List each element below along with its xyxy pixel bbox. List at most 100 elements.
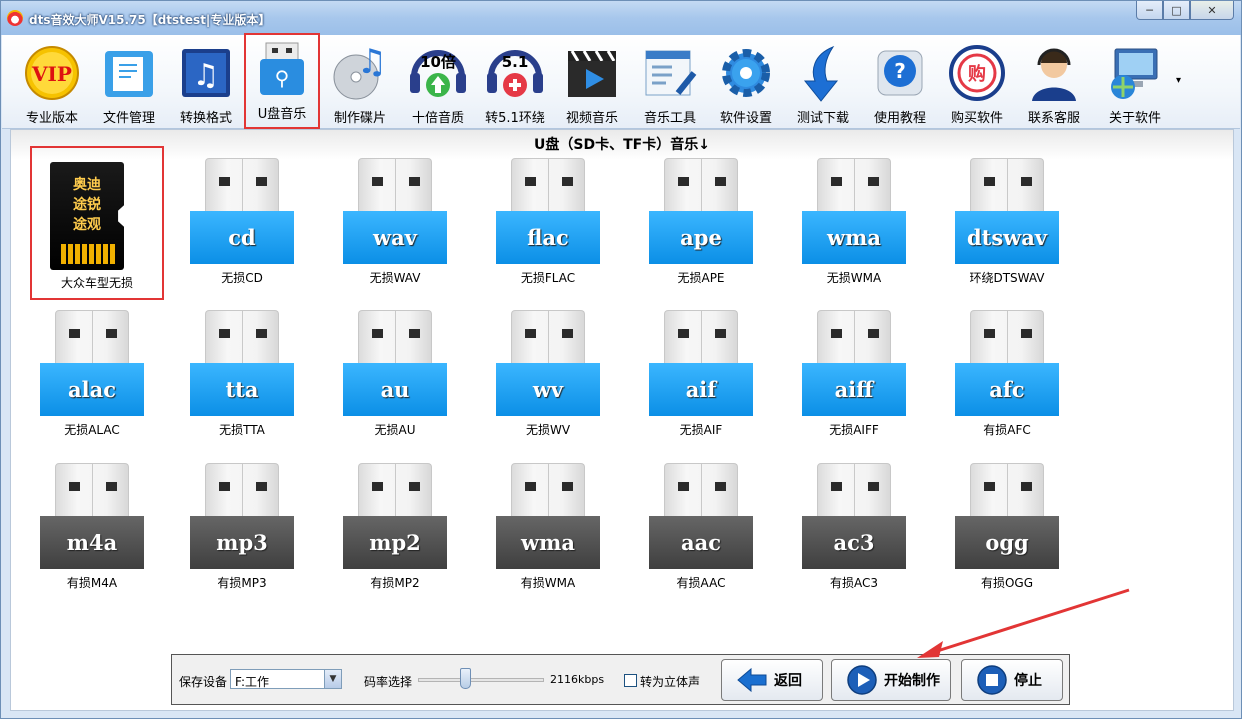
format-tag: wma	[802, 211, 906, 264]
format-item-cd[interactable]: cd 无损CD	[182, 150, 302, 290]
video-music-icon	[562, 43, 622, 103]
toolbar-item-label: 购买软件	[950, 111, 1003, 126]
close-button[interactable]: ✕	[1190, 1, 1234, 20]
toolbar-item-label: 关于软件	[1108, 111, 1161, 126]
format-item-dtswav[interactable]: dtswav 环绕DTSWAV	[947, 150, 1067, 290]
format-item-alac[interactable]: alac 无损ALAC	[32, 302, 152, 442]
format-tag: au	[343, 363, 447, 416]
bitrate-slider-track[interactable]	[418, 678, 544, 682]
bitrate-value: 2116kbps	[550, 673, 605, 686]
back-button[interactable]: 返回	[721, 659, 823, 701]
format-item-au[interactable]: au 无损AU	[335, 302, 455, 442]
toolbar-more-icon[interactable]: ▾	[1176, 75, 1181, 86]
stop-circle-icon	[976, 664, 1008, 696]
toolbar-item-test-download[interactable]: 测试下载	[785, 39, 861, 127]
usb-plug	[358, 310, 432, 367]
toolbar-item-buy-software[interactable]: 购购买软件	[939, 39, 1015, 127]
format-item-wv[interactable]: wv 无损WV	[488, 302, 608, 442]
format-item-sdcard[interactable]: 奥迪 途锐 途观 大众车型无损	[30, 146, 164, 300]
chevron-down-icon[interactable]: ▼	[324, 670, 341, 688]
toolbar-item-file-manage[interactable]: 文件管理	[91, 39, 167, 127]
start-button[interactable]: 开始制作	[831, 659, 951, 701]
toolbar-item-make-disc[interactable]: ♫ 制作碟片	[322, 39, 398, 127]
usb-drive-icon: ac3	[802, 463, 906, 571]
ten-times-quality-icon: 10倍	[408, 43, 468, 103]
format-tag: alac	[40, 363, 144, 416]
format-tag: cd	[190, 211, 294, 264]
format-item-ape[interactable]: ape 无损APE	[641, 150, 761, 290]
toolbar-item-usb-music[interactable]: ⚲ U盘音乐	[244, 33, 320, 129]
app-logo-icon	[7, 10, 23, 26]
usb-plug	[358, 158, 432, 215]
sd-card-text: 途锐	[73, 197, 101, 213]
bitrate-slider-thumb[interactable]	[459, 668, 471, 689]
toolbar-item-video-music[interactable]: 视频音乐	[554, 39, 630, 127]
usb-drive-icon: aiff	[802, 310, 906, 418]
format-item-m4a[interactable]: m4a 有损M4A	[32, 455, 152, 595]
format-item-wma[interactable]: wma 无损WMA	[794, 150, 914, 290]
usb-plug	[205, 158, 279, 215]
format-item-ogg[interactable]: ogg 有损OGG	[947, 455, 1067, 595]
format-item-flac[interactable]: flac 无损FLAC	[488, 150, 608, 290]
back-label: 返回	[774, 673, 802, 689]
toolbar-item-about-software[interactable]: 关于软件	[1097, 39, 1173, 127]
toolbar-item-help-tutorial[interactable]: ? 使用教程	[862, 39, 938, 127]
save-device-select[interactable]: F:工作 ▼	[230, 669, 342, 689]
toolbar-item-label: 转5.1环绕	[485, 111, 545, 126]
format-item-mp2[interactable]: mp2 有损MP2	[335, 455, 455, 595]
toolbar-item-label: 软件设置	[719, 111, 772, 126]
format-item-mp3[interactable]: mp3 有损MP3	[182, 455, 302, 595]
format-tag: wav	[343, 211, 447, 264]
toolbar-item-vip[interactable]: VIP 专业版本	[14, 39, 90, 127]
settings-gear-icon	[716, 43, 776, 103]
format-caption: 有损M4A	[66, 576, 118, 590]
format-item-ac3[interactable]: ac3 有损AC3	[794, 455, 914, 595]
usb-drive-icon: ape	[649, 158, 753, 266]
format-tag: aac	[649, 516, 753, 569]
window-controls: ─ □ ✕	[1136, 1, 1234, 21]
usb-plug	[511, 310, 585, 367]
stereo-checkbox[interactable]	[624, 674, 637, 687]
format-item-wma[interactable]: wma 有损WMA	[488, 455, 608, 595]
format-tag: dtswav	[955, 211, 1059, 264]
toolbar-item-ten-times-quality[interactable]: 10倍 十倍音质	[400, 39, 476, 127]
format-caption: 无损FLAC	[520, 271, 576, 285]
usb-drive-icon: mp3	[190, 463, 294, 571]
format-caption: 环绕DTSWAV	[969, 271, 1045, 285]
maximize-button[interactable]: □	[1163, 1, 1190, 20]
usb-plug	[358, 463, 432, 520]
svg-text:♫: ♫	[357, 43, 387, 82]
back-arrow-icon	[736, 664, 768, 696]
customer-service-icon	[1024, 43, 1084, 103]
format-caption: 有损AC3	[829, 576, 878, 590]
play-circle-icon	[846, 664, 878, 696]
format-item-wav[interactable]: wav 无损WAV	[335, 150, 455, 290]
convert-format-icon: ♫	[176, 43, 236, 103]
toolbar-item-label: 音乐工具	[643, 111, 696, 126]
format-item-aac[interactable]: aac 有损AAC	[641, 455, 761, 595]
toolbar-item-music-tools[interactable]: 音乐工具	[632, 39, 708, 127]
format-panel: U盘（SD卡、TF卡）音乐↓ 奥迪 途锐 途观 大众车型无损 cd 无损CD wav 无损WA…	[10, 129, 1234, 711]
format-tag: m4a	[40, 516, 144, 569]
format-item-tta[interactable]: tta 无损TTA	[182, 302, 302, 442]
toolbar-item-settings-gear[interactable]: 软件设置	[708, 39, 784, 127]
minimize-button[interactable]: ─	[1136, 1, 1163, 20]
format-item-aiff[interactable]: aiff 无损AIFF	[794, 302, 914, 442]
main-toolbar: ▾ VIP 专业版本 文件管理 ♫ 转换格式 ⚲ U盘音乐 ♫ 制作碟片 10倍 十倍音质 5.1 转5…	[2, 33, 1240, 129]
toolbar-item-customer-service[interactable]: 联系客服	[1016, 39, 1092, 127]
toolbar-item-surround-51[interactable]: 5.1 转5.1环绕	[477, 39, 553, 127]
format-item-aif[interactable]: aif 无损AIF	[641, 302, 761, 442]
svg-text:?: ?	[894, 59, 906, 83]
stop-button[interactable]: 停止	[961, 659, 1063, 701]
toolbar-item-label: 转换格式	[179, 111, 232, 126]
stereo-label: 转为立体声	[640, 675, 701, 689]
format-caption: 有损OGG	[980, 576, 1034, 590]
usb-plug	[205, 463, 279, 520]
format-item-afc[interactable]: afc 有损AFC	[947, 302, 1067, 442]
toolbar-item-convert-format[interactable]: ♫ 转换格式	[168, 39, 244, 127]
usb-drive-icon: wma	[802, 158, 906, 266]
vip-icon: VIP	[22, 43, 82, 103]
format-tag: mp3	[190, 516, 294, 569]
bottom-control-bar: 保存设备 F:工作 ▼ 码率选择 2116kbps 转为立体声 返回 开始制作	[171, 654, 1070, 705]
test-download-icon	[793, 43, 853, 103]
